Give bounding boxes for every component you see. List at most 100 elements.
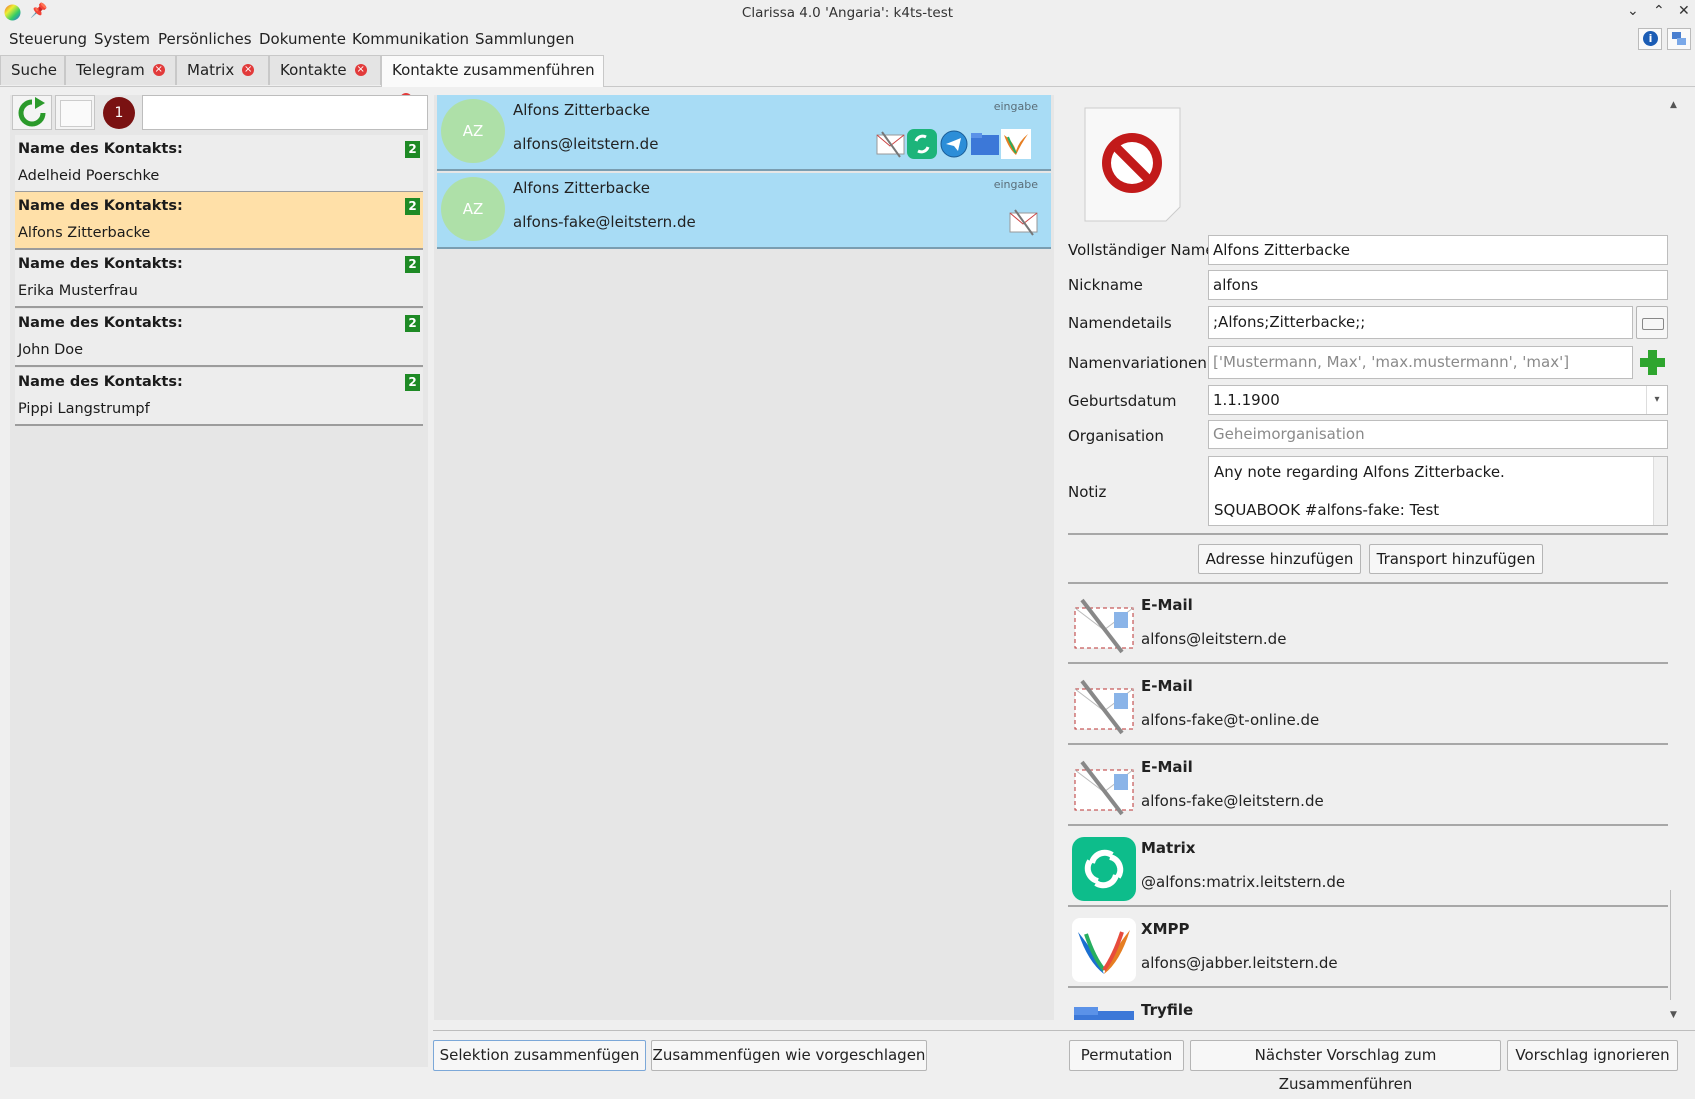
count-badge[interactable]: 1: [98, 95, 138, 130]
window-icon: [60, 100, 92, 127]
next-suggestion-button[interactable]: Nächster Vorschlag zum Zusammenführen: [1190, 1040, 1501, 1093]
menu-persoenliches[interactable]: Persönliches: [158, 30, 252, 48]
contact-item[interactable]: Name des Kontakts: 2 Pippi Langstrumpf: [15, 368, 423, 426]
refresh-button[interactable]: [12, 95, 52, 130]
tab-close-icon[interactable]: ×: [152, 63, 165, 76]
source-tag: eingabe: [993, 178, 1038, 191]
tab-telegram[interactable]: Telegram ×: [65, 55, 176, 85]
name-details-field[interactable]: ;Alfons;Zitterbacke;;: [1208, 306, 1633, 339]
address-item-email[interactable]: E-Mail alfons-fake@t-online.de: [1068, 665, 1668, 745]
contact-name: Alfons Zitterbacke: [18, 225, 151, 241]
dropdown-arrow-icon[interactable]: ▾: [1646, 386, 1667, 414]
birthday-label: Geburtsdatum: [1068, 392, 1177, 410]
network-button[interactable]: [1667, 28, 1691, 50]
contact-details-panel: Vollständiger Name Alfons Zitterbacke Ni…: [1068, 100, 1668, 1020]
contact-name-label: Name des Kontakts:: [18, 141, 183, 157]
merge-as-suggested-button[interactable]: Zusammenfügen wie vorgeschlagen: [651, 1040, 927, 1071]
contact-item[interactable]: Name des Kontakts: 2 Erika Musterfrau: [15, 250, 423, 308]
note-label: Notiz: [1068, 483, 1107, 501]
address-type: Matrix: [1141, 839, 1196, 857]
menu-system[interactable]: System: [94, 30, 150, 48]
address-item-email[interactable]: E-Mail alfons-fake@leitstern.de: [1068, 746, 1668, 826]
note-line: SQUABOOK #alfons-fake: Test: [1214, 501, 1440, 519]
folder-icon: [971, 133, 999, 155]
menu-steuerung[interactable]: Steuerung: [9, 30, 87, 48]
matrix-icon: [1072, 837, 1136, 901]
scroll-up-icon[interactable]: ▲: [1670, 100, 1677, 110]
tab-label: Kontakte: [280, 61, 347, 79]
tab-close-icon[interactable]: ×: [354, 63, 367, 76]
add-transport-button[interactable]: Transport hinzufügen: [1369, 544, 1543, 574]
mail-icon: [1074, 679, 1134, 735]
tab-close-icon[interactable]: ×: [242, 63, 255, 76]
permutation-button[interactable]: Permutation: [1069, 1040, 1184, 1071]
full-name-field[interactable]: Alfons Zitterbacke: [1208, 235, 1668, 265]
no-photo-icon[interactable]: [1082, 105, 1184, 223]
address-item-email[interactable]: E-Mail alfons@leitstern.de: [1068, 584, 1668, 664]
address-value: alfons-fake@leitstern.de: [1141, 792, 1324, 810]
address-type: XMPP: [1141, 920, 1190, 938]
tab-label: Telegram: [76, 61, 145, 79]
tab-suche[interactable]: Suche: [0, 55, 65, 85]
nickname-field[interactable]: alfons: [1208, 270, 1668, 300]
address-item-matrix[interactable]: Matrix @alfons:matrix.leitstern.de: [1068, 827, 1668, 907]
maximize-icon[interactable]: ⌃: [1653, 3, 1665, 19]
address-type: E-Mail: [1141, 758, 1193, 776]
contact-name: John Doe: [18, 342, 84, 358]
tab-kontakte-zusammenfuegen[interactable]: Kontakte zusammenführen×: [381, 55, 604, 105]
note-field[interactable]: Any note regarding Alfons Zitterbacke. S…: [1208, 456, 1668, 526]
add-variation-icon[interactable]: [1638, 348, 1667, 377]
menu-bar: Steuerung System Persönliches Dokumente …: [0, 28, 1695, 52]
address-item-xmpp[interactable]: XMPP alfons@jabber.leitstern.de: [1068, 908, 1668, 988]
tab-label: Suche: [11, 61, 58, 79]
birthday-value: 1.1.1900: [1213, 391, 1280, 409]
name-variations-field[interactable]: ['Mustermann, Max', 'max.mustermann', 'm…: [1208, 346, 1633, 379]
contact-item[interactable]: Name des Kontakts: 2 Adelheid Poerschke: [15, 135, 423, 193]
contact-name: Pippi Langstrumpf: [18, 401, 150, 417]
tab-matrix[interactable]: Matrix ×: [176, 55, 269, 85]
title-bar: 📌 Clarissa 4.0 'Angaria': k4ts-test ⌄ ⌃ …: [0, 0, 1695, 26]
duplicate-count-badge: 2: [405, 198, 420, 215]
nickname-label: Nickname: [1068, 276, 1143, 294]
merge-selection-button[interactable]: Selektion zusammenfügen: [433, 1040, 646, 1071]
address-value: alfons@leitstern.de: [1141, 630, 1287, 648]
mail-icon: [1074, 598, 1134, 654]
avatar: AZ: [441, 99, 505, 163]
action-bar: Selektion zusammenfügen Zusammenfügen wi…: [430, 1025, 1695, 1093]
close-icon[interactable]: ✕: [1678, 3, 1690, 19]
candidate-card[interactable]: AZ Alfons Zitterbacke alfons-fake@leitst…: [437, 173, 1051, 249]
organisation-label: Organisation: [1068, 427, 1164, 445]
contact-item-selected[interactable]: Name des Kontakts: 2 Alfons Zitterbacke: [15, 192, 423, 250]
scroll-down-icon[interactable]: ▼: [1670, 1010, 1677, 1020]
menu-dokumente[interactable]: Dokumente: [259, 30, 346, 48]
window-title: Clarissa 4.0 'Angaria': k4ts-test: [741, 5, 954, 21]
contact-name-label: Name des Kontakts:: [18, 315, 183, 331]
scroll-thumb[interactable]: [1670, 890, 1681, 1000]
tab-kontakte[interactable]: Kontakte ×: [269, 55, 381, 85]
note-scrollbar[interactable]: [1653, 457, 1667, 525]
menu-kommunikation[interactable]: Kommunikation: [352, 30, 469, 48]
ignore-suggestion-button[interactable]: Vorschlag ignorieren: [1507, 1040, 1678, 1071]
info-button[interactable]: i: [1638, 28, 1662, 50]
organisation-field[interactable]: Geheimorganisation: [1208, 420, 1668, 449]
avatar: AZ: [441, 177, 505, 241]
edit-icon: [1642, 318, 1664, 330]
minimize-icon[interactable]: ⌄: [1627, 3, 1639, 19]
birthday-field[interactable]: 1.1.1900 ▾: [1208, 385, 1668, 415]
contact-item[interactable]: Name des Kontakts: 2 John Doe: [15, 309, 423, 367]
name-details-edit-button[interactable]: [1636, 306, 1668, 339]
view-toggle-button[interactable]: [55, 95, 95, 130]
add-address-button[interactable]: Adresse hinzufügen: [1198, 544, 1361, 574]
xmpp-icon: [1001, 129, 1031, 159]
mail-icon: [876, 131, 905, 158]
xmpp-icon: [1072, 918, 1136, 982]
contact-name-label: Name des Kontakts:: [18, 374, 183, 390]
contact-name: Erika Musterfrau: [18, 283, 138, 299]
candidate-card[interactable]: AZ Alfons Zitterbacke alfons@leitstern.d…: [437, 95, 1051, 171]
duplicate-count-badge: 2: [405, 374, 420, 391]
address-item-tryfile[interactable]: Tryfile: [1068, 989, 1668, 1020]
details-scrollbar[interactable]: ▲ ▼: [1668, 100, 1682, 1020]
menu-sammlungen[interactable]: Sammlungen: [475, 30, 574, 48]
tab-label: Matrix: [187, 61, 235, 79]
contact-search-input[interactable]: [142, 95, 428, 130]
